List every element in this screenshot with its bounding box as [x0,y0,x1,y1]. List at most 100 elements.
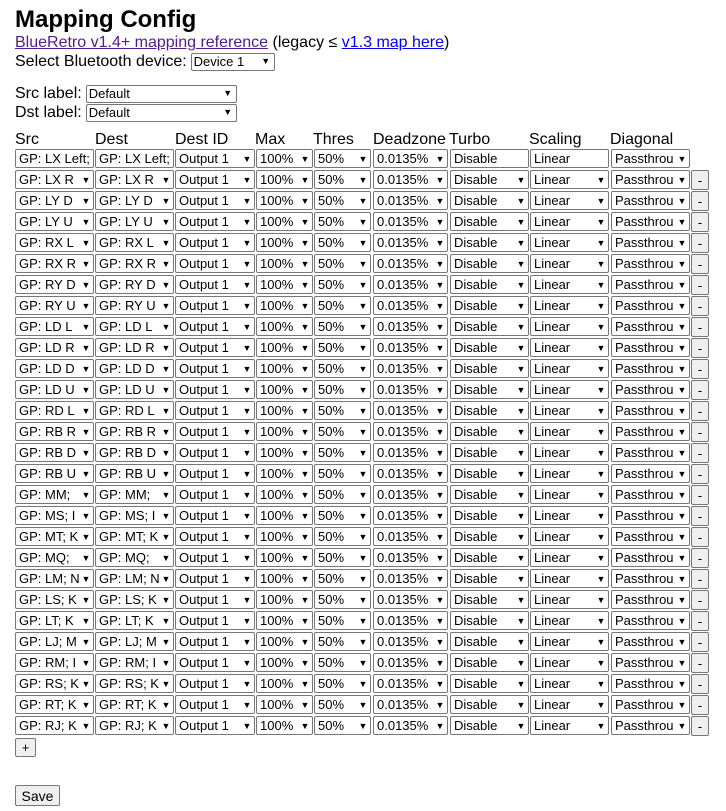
remove-row-button[interactable]: - [691,275,709,295]
remove-row-button[interactable]: - [691,191,709,211]
turbo-select[interactable]: Disable ▼ [450,674,529,693]
thres-select[interactable]: 50% ▼ [314,401,371,420]
dest-select[interactable]: GP: RX R ▼ [95,254,174,273]
thres-select[interactable]: 50% ▼ [314,632,371,651]
turbo-select[interactable]: Disable ▼ [450,506,529,525]
thres-select[interactable]: 50% ▼ [314,506,371,525]
scaling-select[interactable]: Linear ▼ [530,170,609,189]
dest-select[interactable]: GP: LM; N ▼ [95,569,174,588]
thres-select[interactable]: 50% ▼ [314,359,371,378]
scaling-select[interactable]: Linear ▼ [530,569,609,588]
dest-select[interactable]: GP: RD L ▼ [95,401,174,420]
max-select[interactable]: 100% ▼ [256,212,313,231]
thres-select[interactable]: 50% ▼ [314,317,371,336]
scaling-select[interactable]: Linear ▼ [530,548,609,567]
deadzone-select[interactable]: 0.0135% ▼ [373,359,448,378]
dest-id-select[interactable]: Output 1 ▼ [175,170,255,189]
remove-row-button[interactable]: - [691,611,709,631]
thres-select[interactable]: 50% ▼ [314,170,371,189]
thres-select[interactable]: 50% ▼ [314,191,371,210]
max-select[interactable]: 100% ▼ [256,254,313,273]
dest-id-select[interactable]: Output 1 ▼ [175,359,255,378]
dest-id-select[interactable]: Output 1 ▼ [175,338,255,357]
dest-id-select[interactable]: Output 1 ▼ [175,380,255,399]
diagonal-select[interactable]: Passthrou ▼ [611,380,690,399]
device-select[interactable]: Device 1 ▼ [190,52,275,71]
turbo-select[interactable]: Disable ▼ [450,359,529,378]
scaling-select[interactable]: Linear ▼ [530,212,609,231]
scaling-select[interactable]: Linear ▼ [530,485,609,504]
max-select[interactable]: 100% ▼ [256,695,313,714]
remove-row-button[interactable]: - [691,632,709,652]
thres-select[interactable]: 50% ▼ [314,716,371,735]
dest-id-select[interactable]: Output 1 ▼ [175,527,255,546]
dest-id-select[interactable]: Output 1 ▼ [175,254,255,273]
dest-select[interactable]: GP: LD U ▼ [95,380,174,399]
dest-select[interactable]: GP: LT; K ▼ [95,611,174,630]
remove-row-button[interactable]: - [691,254,709,274]
deadzone-select[interactable]: 0.0135% ▼ [373,569,448,588]
thres-select[interactable]: 50% ▼ [314,443,371,462]
dest-id-select[interactable]: Output 1 ▼ [175,191,255,210]
max-select[interactable]: 100% ▼ [256,611,313,630]
diagonal-select[interactable]: Passthrou ▼ [611,422,690,441]
scaling-select[interactable]: Linear ▼ [530,632,609,651]
src-select[interactable]: GP: LD L ▼ [15,317,94,336]
max-select[interactable]: 100% ▼ [256,296,313,315]
thres-select[interactable]: 50% ▼ [314,212,371,231]
deadzone-select[interactable]: 0.0135% ▼ [373,674,448,693]
turbo-select[interactable]: Disable ▼ [450,317,529,336]
dest-select[interactable]: GP: RY U ▼ [95,296,174,315]
max-select[interactable]: 100% ▼ [256,674,313,693]
diagonal-select[interactable]: Passthrou ▼ [611,527,690,546]
dest-select[interactable]: GP: LJ; M ▼ [95,632,174,651]
dest-select[interactable]: GP: RM; I ▼ [95,653,174,672]
scaling-select[interactable]: Linear ▼ [530,506,609,525]
diagonal-select[interactable]: Passthrou ▼ [611,296,690,315]
dest-id-select[interactable]: Output 1 ▼ [175,275,255,294]
dest-select[interactable]: GP: LY U ▼ [95,212,174,231]
dest-select[interactable]: GP: RB U ▼ [95,464,174,483]
dest-select[interactable]: GP: LS; K ▼ [95,590,174,609]
scaling-select[interactable]: Linear ▼ [530,443,609,462]
src-select[interactable]: GP: RB R ▼ [15,422,94,441]
max-select[interactable]: 100% ▼ [256,275,313,294]
max-select[interactable]: 100% ▼ [256,443,313,462]
remove-row-button[interactable]: - [691,443,709,463]
turbo-select[interactable]: Disable ▼ [450,590,529,609]
deadzone-select[interactable]: 0.0135% ▼ [373,170,448,189]
remove-row-button[interactable]: - [691,170,709,190]
deadzone-select[interactable]: 0.0135% ▼ [373,464,448,483]
dest-select[interactable]: GP: RB R ▼ [95,422,174,441]
dest-select[interactable]: GP: MS; I ▼ [95,506,174,525]
remove-row-button[interactable]: - [691,695,709,715]
dest-id-select[interactable]: Output 1 ▼ [175,443,255,462]
turbo-select[interactable]: Disable ▼ [450,338,529,357]
thres-select[interactable]: 50% ▼ [314,149,371,168]
src-select[interactable]: GP: RS; K ▼ [15,674,94,693]
dest-id-select[interactable]: Output 1 ▼ [175,212,255,231]
src-select[interactable]: GP: RT; K ▼ [15,695,94,714]
thres-select[interactable]: 50% ▼ [314,485,371,504]
deadzone-select[interactable]: 0.0135% ▼ [373,191,448,210]
remove-row-button[interactable]: - [691,569,709,589]
dest-id-select[interactable]: Output 1 ▼ [175,506,255,525]
deadzone-select[interactable]: 0.0135% ▼ [373,338,448,357]
turbo-select[interactable]: Disable ▼ [450,233,529,252]
deadzone-select[interactable]: 0.0135% ▼ [373,275,448,294]
max-select[interactable]: 100% ▼ [256,527,313,546]
dest-id-select[interactable]: Output 1 ▼ [175,149,255,168]
deadzone-select[interactable]: 0.0135% ▼ [373,548,448,567]
turbo-select[interactable]: Disable ▼ [450,254,529,273]
turbo-select[interactable]: Disable ▼ [450,548,529,567]
dest-select[interactable]: GP: MT; K ▼ [95,527,174,546]
turbo-select[interactable]: Disable ▼ [450,275,529,294]
scaling-select[interactable]: Linear [530,149,609,168]
deadzone-select[interactable]: 0.0135% ▼ [373,590,448,609]
remove-row-button[interactable]: - [691,653,709,673]
scaling-select[interactable]: Linear ▼ [530,716,609,735]
turbo-select[interactable]: Disable ▼ [450,401,529,420]
turbo-select[interactable]: Disable [450,149,529,168]
remove-row-button[interactable]: - [691,338,709,358]
src-select[interactable]: GP: LY U ▼ [15,212,94,231]
